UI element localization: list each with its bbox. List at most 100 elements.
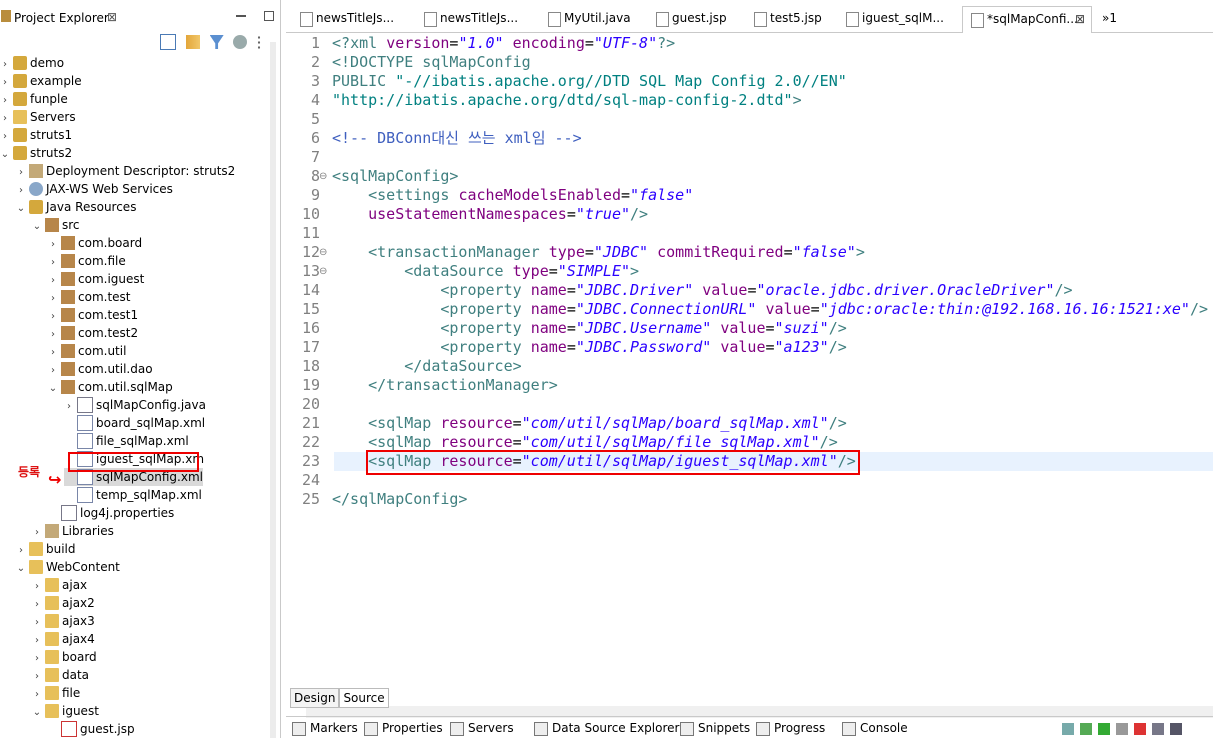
tree-item[interactable]: › JAX-WS Web Services xyxy=(16,180,173,198)
bottom-tab[interactable]: Servers xyxy=(450,721,514,736)
tree-item[interactable]: › Deployment Descriptor: struts2 xyxy=(16,162,235,180)
webservice-icon xyxy=(29,181,43,196)
folder-icon xyxy=(45,685,59,700)
tree-item[interactable]: › data xyxy=(32,666,89,684)
chevron-down-icon[interactable]: ⌄ xyxy=(16,560,26,578)
bottom-tab[interactable]: Data Source Explorer xyxy=(534,721,679,736)
code-token: PUBLIC xyxy=(332,72,396,90)
code-token: = xyxy=(783,243,793,261)
code-token: resource xyxy=(440,414,513,432)
tree-item[interactable]: ⌄ struts2 xyxy=(0,144,72,162)
project-explorer-tab[interactable]: Project Explorer ⊠ xyxy=(0,5,122,29)
chevron-down-icon[interactable]: ⌄ xyxy=(48,380,58,398)
tab-overflow-button[interactable]: »1 xyxy=(1098,6,1132,32)
tree-item[interactable]: › com.util.dao xyxy=(48,360,153,378)
view-menu-icon[interactable] xyxy=(257,35,262,49)
maximize-icon[interactable] xyxy=(263,10,274,21)
link-editor-icon[interactable] xyxy=(185,35,200,49)
tree-item[interactable]: › example xyxy=(0,72,82,90)
chevron-down-icon[interactable]: ⌄ xyxy=(32,218,42,236)
editor-tab[interactable]: newsTitleJs... xyxy=(292,6,406,32)
tree-item[interactable]: ⌄ com.util.sqlMap xyxy=(48,378,173,396)
code-token: name xyxy=(530,281,567,299)
editor-tab[interactable]: guest.jsp xyxy=(648,6,744,32)
bottom-tab[interactable]: Console xyxy=(842,721,908,736)
tree-item[interactable]: › ajax3 xyxy=(32,612,95,630)
line-number: 3 xyxy=(310,72,320,90)
tree-item[interactable]: ⌄ WebContent xyxy=(16,558,120,576)
bottom-tab[interactable]: Snippets xyxy=(680,721,750,736)
curved-arrow-icon: ↪ xyxy=(48,470,62,489)
tree-item[interactable]: log4j.properties xyxy=(48,504,174,522)
explorer-scrollbar[interactable] xyxy=(270,42,276,738)
editor-tab-active[interactable]: *sqlMapConfi... ⊠ xyxy=(962,6,1092,34)
tree-item[interactable]: › file xyxy=(32,684,80,702)
tree-item[interactable]: › com.test xyxy=(48,288,131,306)
editor-tab[interactable]: test5.jsp xyxy=(746,6,836,32)
tree-item[interactable]: › ajax4 xyxy=(32,630,95,648)
tree-item[interactable]: › ajax xyxy=(32,576,87,594)
console-action-icon[interactable] xyxy=(1170,722,1182,735)
console-action-icon[interactable] xyxy=(1152,722,1164,735)
tree-item[interactable]: guest.jsp xyxy=(48,720,135,738)
console-action-icon[interactable] xyxy=(1116,722,1128,735)
fold-icon[interactable]: ⊖ xyxy=(319,171,327,182)
filter-icon[interactable] xyxy=(209,35,224,49)
tree-item[interactable]: temp_sqlMap.xml xyxy=(64,486,202,504)
console-action-icon[interactable] xyxy=(1134,722,1146,735)
tree-item[interactable]: › com.test1 xyxy=(48,306,138,324)
tree-item-label: Deployment Descriptor: struts2 xyxy=(46,164,236,178)
editor-tab[interactable]: newsTitleJs... xyxy=(416,6,530,32)
tree-item[interactable]: ⌄ Java Resources xyxy=(16,198,136,216)
fold-icon[interactable]: ⊖ xyxy=(319,247,327,258)
bottom-tab[interactable]: Properties xyxy=(364,721,443,736)
code-token: = xyxy=(566,281,576,299)
console-action-icon[interactable] xyxy=(1098,722,1110,735)
bottom-tab[interactable]: Progress xyxy=(756,721,825,736)
source-tab[interactable]: Source xyxy=(339,688,389,708)
console-action-icon[interactable] xyxy=(1062,722,1074,735)
tree-item[interactable]: › sqlMapConfig.java xyxy=(64,396,206,414)
tree-item[interactable]: › com.iguest xyxy=(48,270,144,288)
design-tab[interactable]: Design xyxy=(290,688,340,708)
tree-item[interactable]: › com.file xyxy=(48,252,126,270)
editor-tab-label: guest.jsp xyxy=(672,11,727,25)
tree-item[interactable]: › com.test2 xyxy=(48,324,138,342)
editor-tab[interactable]: MyUtil.java xyxy=(540,6,640,32)
tree-item[interactable]: › ajax2 xyxy=(32,594,95,612)
fold-icon[interactable]: ⊖ xyxy=(319,266,327,277)
code-token: = xyxy=(584,243,594,261)
code-token: value xyxy=(720,319,766,337)
console-action-icon[interactable] xyxy=(1080,722,1092,735)
bottom-tab[interactable]: Markers xyxy=(292,721,358,736)
tree-item[interactable]: › com.util xyxy=(48,342,126,360)
tree-item-label: funple xyxy=(30,92,68,106)
tree-item[interactable]: file_sqlMap.xml xyxy=(64,432,189,450)
close-tab-icon[interactable]: ⊠ xyxy=(1075,7,1085,31)
minimize-icon[interactable] xyxy=(236,14,246,17)
editor-tab[interactable]: iguest_sqlM... xyxy=(838,6,956,32)
chevron-down-icon[interactable]: ⌄ xyxy=(16,200,26,218)
tree-item[interactable]: › Libraries xyxy=(32,522,114,540)
tree-item[interactable]: › struts1 xyxy=(0,126,72,144)
close-view-icon[interactable]: ⊠ xyxy=(107,10,117,24)
tree-item[interactable]: board_sqlMap.xml xyxy=(64,414,205,432)
tree-item[interactable]: › com.board xyxy=(48,234,142,252)
line-number: 24 xyxy=(301,471,320,489)
tree-item[interactable]: › Servers xyxy=(0,108,76,126)
collapse-all-icon[interactable] xyxy=(160,34,176,50)
tree-item[interactable]: ⌄ iguest xyxy=(32,702,99,720)
tree-item[interactable]: › build xyxy=(16,540,76,558)
chevron-down-icon[interactable]: ⌄ xyxy=(32,704,42,722)
code-token: = xyxy=(810,300,820,318)
chevron-down-icon[interactable]: ⌄ xyxy=(0,146,10,164)
bottom-panel-tabs: Markers Properties Servers Data Source Expl… xyxy=(286,716,1213,739)
tree-item[interactable]: ⌄ src xyxy=(32,216,80,234)
tree-item[interactable]: › demo xyxy=(0,54,64,72)
tree-item[interactable]: › funple xyxy=(0,90,68,108)
code-editor[interactable]: 1 2 3 4 5 6 7 8 ⊖ 9 10 11 12 ⊖ 13 ⊖ 14 15 16 17 18 19 20 21 22 23… xyxy=(286,33,1213,718)
sync-icon[interactable] xyxy=(233,35,248,49)
tree-item[interactable]: › board xyxy=(32,648,97,666)
